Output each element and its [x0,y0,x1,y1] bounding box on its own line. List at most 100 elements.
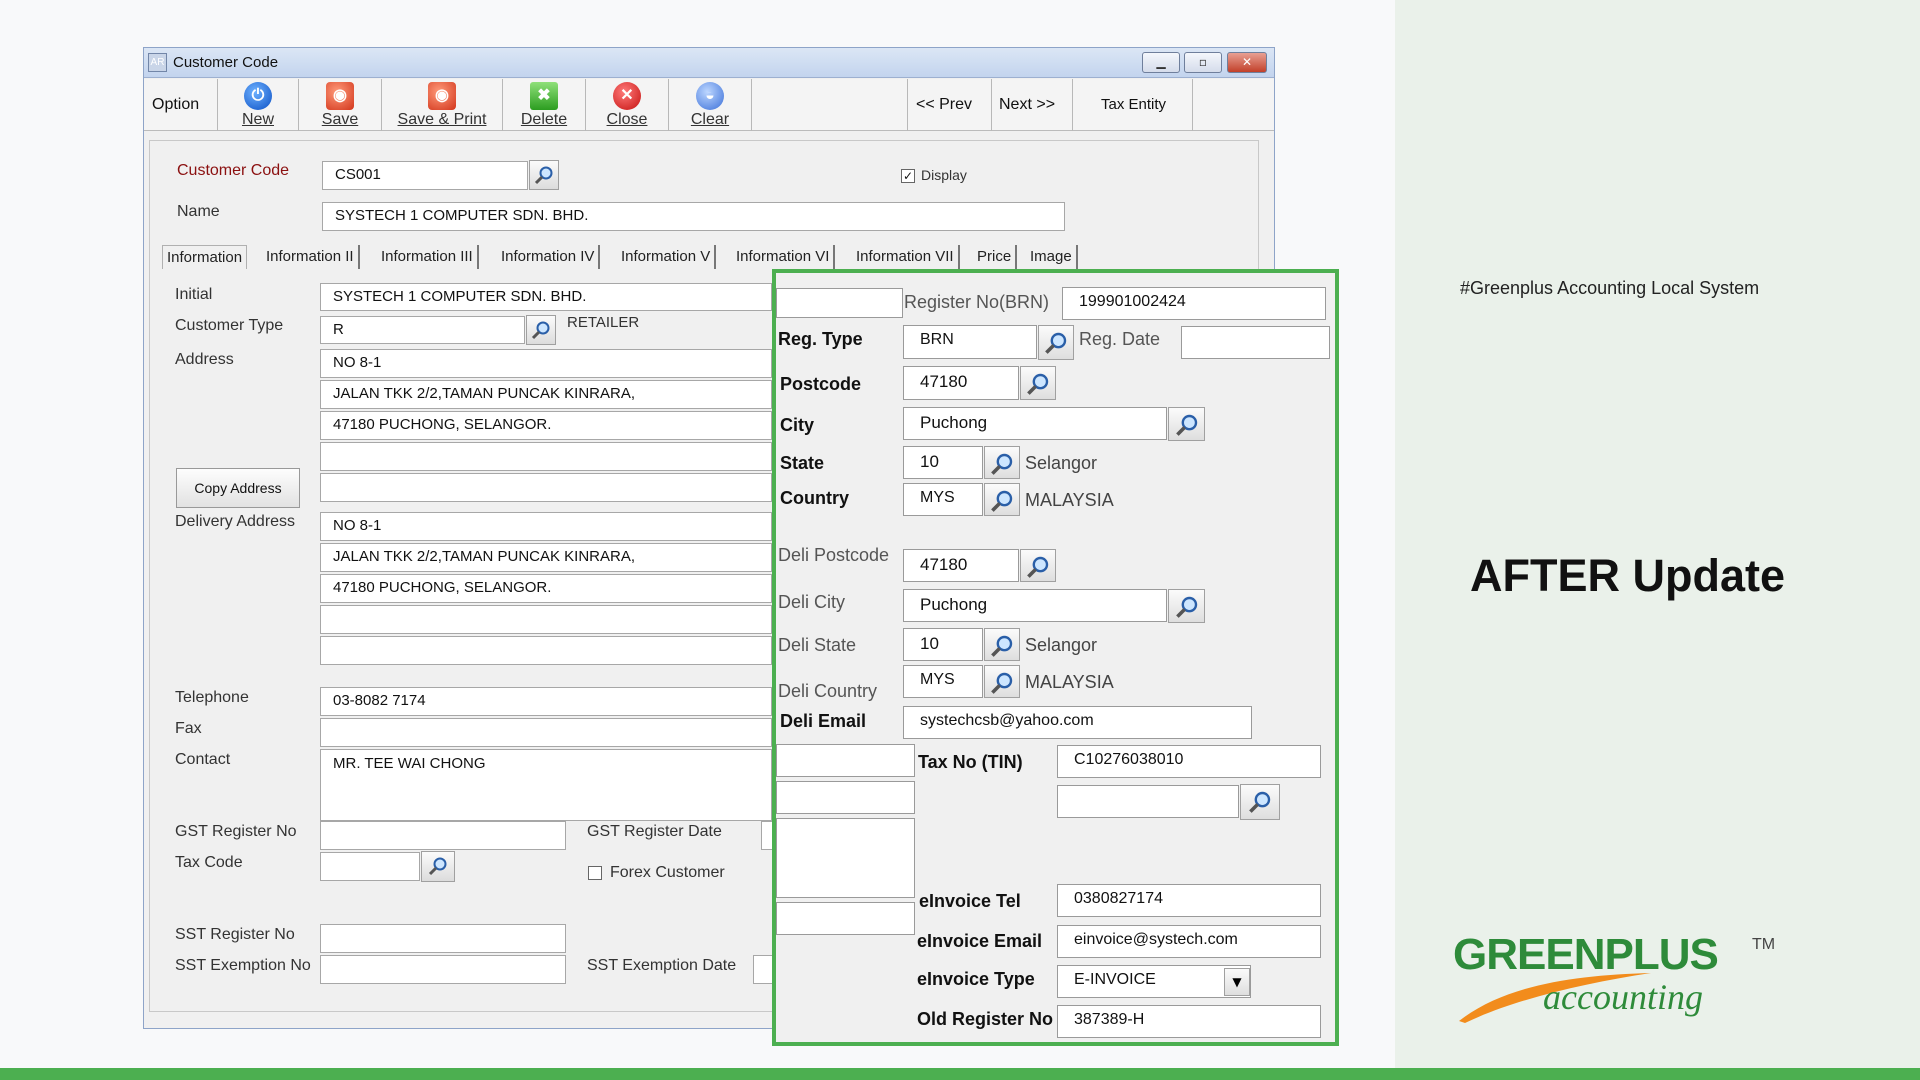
delivery-address-line-5[interactable] [320,636,772,665]
new-button[interactable]: ⏻ New [218,79,298,131]
next-button[interactable]: Next >> [999,96,1055,114]
deli-postcode-lookup-button[interactable] [1020,549,1056,582]
einvoice-tel-field[interactable]: 0380827174 [1057,884,1321,917]
window-title: Customer Code [173,54,279,71]
tax-code-lookup-button[interactable] [421,851,455,882]
tab-image[interactable]: Image [1026,245,1078,269]
chevron-down-icon: ▼ [1232,975,1242,989]
minimize-button[interactable]: ▁ [1142,52,1180,73]
overlay-blank-field-1[interactable] [776,744,915,777]
postcode-lookup-button[interactable] [1020,366,1056,400]
postcode-field[interactable]: 47180 [903,366,1019,400]
deli-state-lookup-button[interactable] [984,628,1020,661]
search-icon [534,166,553,185]
reg-date-field[interactable] [1181,326,1330,359]
reg-type-field[interactable]: BRN [903,325,1037,359]
copy-address-button[interactable]: Copy Address [176,468,300,508]
deli-city-field[interactable]: Puchong [903,589,1167,622]
display-label: Display [921,167,967,183]
country-lookup-button[interactable] [984,483,1020,516]
city-field[interactable]: Puchong [903,407,1167,440]
tax-code-field[interactable] [320,852,420,881]
state-code-field[interactable]: 10 [903,446,983,479]
initial-field[interactable]: SYSTECH 1 COMPUTER SDN. BHD. [320,283,772,311]
tab-information-v[interactable]: Information V [617,245,717,269]
gst-register-no-field[interactable] [320,821,566,850]
prev-button[interactable]: << Prev [916,96,972,114]
delivery-address-line-3[interactable]: 47180 PUCHONG, SELANGOR. [320,574,772,603]
close-button[interactable]: ✕ Close [586,79,668,131]
overlay-blank-field-3[interactable] [776,818,915,898]
deli-email-field[interactable]: systechcsb@yahoo.com [903,706,1252,739]
tin-lookup-button[interactable] [1240,784,1280,820]
save-print-button[interactable]: ◉ Save & Print [382,79,502,131]
search-icon [428,857,447,876]
tin-secondary-field[interactable] [1057,785,1239,818]
tab-information-iv[interactable]: Information IV [497,245,601,269]
display-checkbox[interactable]: ✓ [901,169,915,183]
window-close-button[interactable]: ✕ [1227,52,1267,73]
save-icon: ◉ [326,82,354,110]
tab-price[interactable]: Price [973,245,1018,269]
customer-type-lookup-button[interactable] [526,315,556,345]
fax-field[interactable] [320,718,772,747]
old-register-no-field[interactable]: 387389-H [1057,1005,1321,1038]
customer-type-description: RETAILER [567,314,640,331]
address-line-3[interactable]: 47180 PUCHONG, SELANGOR. [320,411,772,440]
state-lookup-button[interactable] [984,446,1020,479]
customer-code-label: Customer Code [177,162,290,179]
tab-information-vii[interactable]: Information VII [852,245,960,269]
customer-type-field[interactable]: R [320,316,525,344]
telephone-field[interactable]: 03-8082 7174 [320,687,772,716]
brn-field[interactable]: 199901002424 [1062,287,1326,320]
overlay-blank-field-top[interactable] [776,288,903,318]
overlay-blank-field-4[interactable] [776,902,915,935]
address-line-5[interactable] [320,473,772,502]
address-line-1[interactable]: NO 8-1 [320,349,772,378]
contact-field[interactable]: MR. TEE WAI CHONG [320,749,772,821]
einvoice-email-field[interactable]: einvoice@systech.com [1057,925,1321,958]
customer-code-field[interactable]: CS001 [322,161,528,190]
tin-field[interactable]: C10276038010 [1057,745,1321,778]
save-print-icon: ◉ [428,82,456,110]
delete-button[interactable]: ✖ Delete [503,79,585,131]
sst-exemption-date-field[interactable] [753,955,773,984]
sst-exemption-no-field[interactable] [320,955,566,984]
tab-information-ii[interactable]: Information II [262,245,360,269]
deli-state-code-field[interactable]: 10 [903,628,983,661]
search-icon [991,672,1013,694]
overlay-blank-field-2[interactable] [776,781,915,814]
einvoice-type-select[interactable]: E-INVOICE [1057,965,1251,998]
city-lookup-button[interactable] [1168,407,1205,441]
option-menu[interactable]: Option [152,96,199,114]
delivery-address-line-2[interactable]: JALAN TKK 2/2,TAMAN PUNCAK KINRARA, [320,543,772,572]
old-register-no-label: Old Register No [917,1009,1054,1029]
address-line-4[interactable] [320,442,772,471]
country-code-field[interactable]: MYS [903,483,983,516]
name-field[interactable]: SYSTECH 1 COMPUTER SDN. BHD. [322,202,1065,231]
tax-entity-button[interactable]: Tax Entity [1101,96,1166,113]
contact-label: Contact [175,751,231,768]
address-line-2[interactable]: JALAN TKK 2/2,TAMAN PUNCAK KINRARA, [320,380,772,409]
forex-customer-checkbox[interactable] [588,866,602,880]
deli-country-lookup-button[interactable] [984,665,1020,698]
slide-bottom-bar [0,1068,1920,1080]
tab-information-vi[interactable]: Information VI [732,245,836,269]
delivery-address-line-4[interactable] [320,605,772,634]
country-label: Country [780,488,849,508]
customer-code-lookup-button[interactable] [529,160,559,190]
delivery-address-line-1[interactable]: NO 8-1 [320,512,772,541]
sst-register-no-field[interactable] [320,924,566,953]
save-button[interactable]: ◉ Save [299,79,381,131]
deli-city-lookup-button[interactable] [1168,589,1205,623]
maximize-button[interactable]: ▫ [1184,52,1222,73]
reg-type-lookup-button[interactable] [1038,325,1074,360]
deli-postcode-field[interactable]: 47180 [903,549,1019,582]
tab-information-iii[interactable]: Information III [377,245,479,269]
einvoice-type-dropdown-button[interactable]: ▼ [1224,968,1250,996]
slide-side-panel [1395,0,1920,1068]
clear-button[interactable]: ◒ Clear [669,79,751,131]
tab-information[interactable]: Information [162,245,248,269]
logo-trademark: TM [1752,936,1776,953]
deli-country-code-field[interactable]: MYS [903,665,983,698]
